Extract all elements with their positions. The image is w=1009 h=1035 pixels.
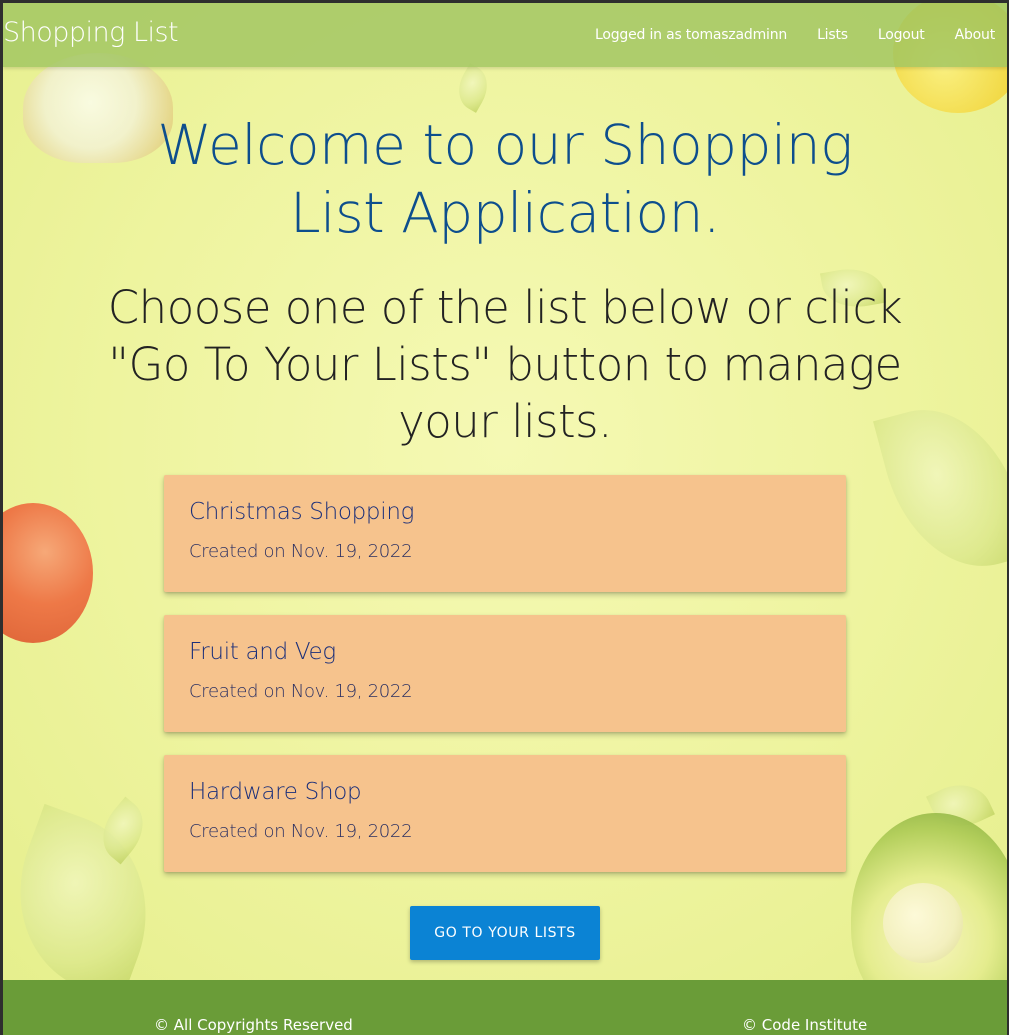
list-card-christmas-shopping[interactable]: Christmas Shopping Created on Nov. 19, 2… (164, 475, 846, 592)
tomato-decoration (3, 503, 93, 643)
list-card-date: Created on Nov. 19, 2022 (189, 681, 413, 702)
list-card-fruit-and-veg[interactable]: Fruit and Veg Created on Nov. 19, 2022 (164, 615, 846, 732)
list-card-title[interactable]: Christmas Shopping (189, 499, 414, 525)
list-card-title[interactable]: Fruit and Veg (189, 639, 336, 665)
footer-copyright: © All Copyrights Reserved (154, 1016, 353, 1034)
instructions-heading: Choose one of the list below or click "G… (107, 281, 903, 448)
leaf-decoration (450, 63, 496, 113)
nav-link-lists[interactable]: Lists (817, 27, 848, 43)
welcome-heading: Welcome to our Shopping List Application… (157, 113, 853, 245)
list-card-hardware-shop[interactable]: Hardware Shop Created on Nov. 19, 2022 (164, 755, 846, 872)
footer-credit: © Code Institute (742, 1016, 868, 1034)
navbar: Shopping List Logged in as tomaszadminn … (3, 3, 1007, 67)
avocado-pit-decoration (883, 883, 963, 963)
list-card-date: Created on Nov. 19, 2022 (189, 541, 413, 562)
browser-frame: Shopping List Logged in as tomaszadminn … (0, 0, 1009, 1035)
nav-links: Logged in as tomaszadminn Lists Logout A… (565, 3, 995, 67)
go-to-your-lists-button[interactable]: Go To Your Lists (410, 906, 600, 960)
nav-link-about[interactable]: About (955, 27, 996, 43)
nav-link-logout[interactable]: Logout (878, 27, 925, 43)
footer: © All Copyrights Reserved © Code Institu… (3, 980, 1007, 1035)
leaf-decoration (3, 803, 177, 1003)
list-card-date: Created on Nov. 19, 2022 (189, 821, 413, 842)
brand-logo-link[interactable]: Shopping List (3, 17, 179, 48)
list-card-title[interactable]: Hardware Shop (189, 779, 362, 805)
shopping-list-cards: Christmas Shopping Created on Nov. 19, 2… (164, 475, 846, 895)
page-viewport: Shopping List Logged in as tomaszadminn … (3, 3, 1007, 1035)
nav-logged-in-user[interactable]: Logged in as tomaszadminn (595, 27, 787, 43)
